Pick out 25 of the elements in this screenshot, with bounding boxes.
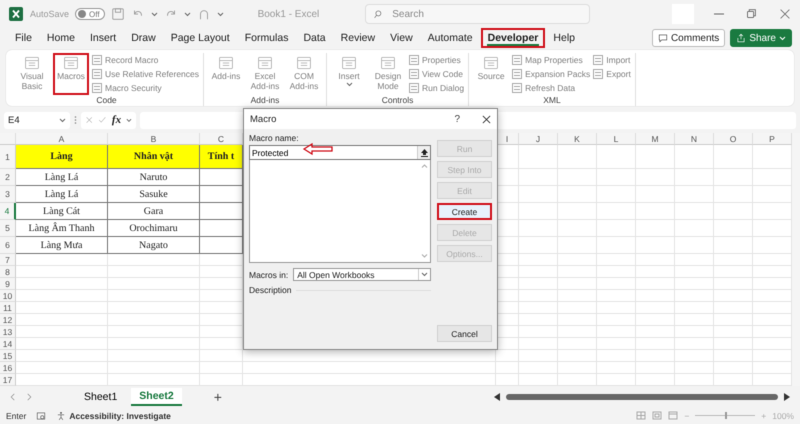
table-cell: Làng Lá: [16, 169, 108, 186]
table-cell: Naruto: [108, 169, 200, 186]
dialog-title: Macro: [250, 114, 276, 124]
table-cell: Làng Âm Thanh: [16, 220, 108, 237]
table-cell: Làng Mưa: [16, 237, 108, 254]
column-heading: Làng: [16, 145, 108, 169]
group-label: Controls: [380, 95, 414, 106]
zoom-level: 100%: [772, 410, 794, 420]
table-cell: Làng Lá: [16, 186, 108, 203]
group-label: Code: [95, 95, 118, 106]
macro-name-label: Macro name:: [249, 133, 300, 143]
description-label: Description: [249, 285, 292, 295]
macros-in-label: Macros in:: [249, 270, 288, 280]
table-cell: Orochimaru: [108, 220, 200, 237]
autosave-label: AutoSave: [30, 9, 70, 19]
table-cell: Nagato: [108, 237, 200, 254]
table-cell: Sasuke: [108, 186, 200, 203]
column-heading: Nhân vật: [108, 145, 200, 169]
group-label: XML: [542, 95, 562, 106]
group-label: Add-ins: [250, 95, 280, 106]
table-cell: Gara: [108, 203, 200, 220]
window-title: Book1 - Excel: [258, 8, 320, 20]
mode-text: Enter: [6, 410, 26, 420]
table-cell: Làng Cát: [16, 203, 108, 220]
column-heading: Tính t: [200, 145, 243, 169]
